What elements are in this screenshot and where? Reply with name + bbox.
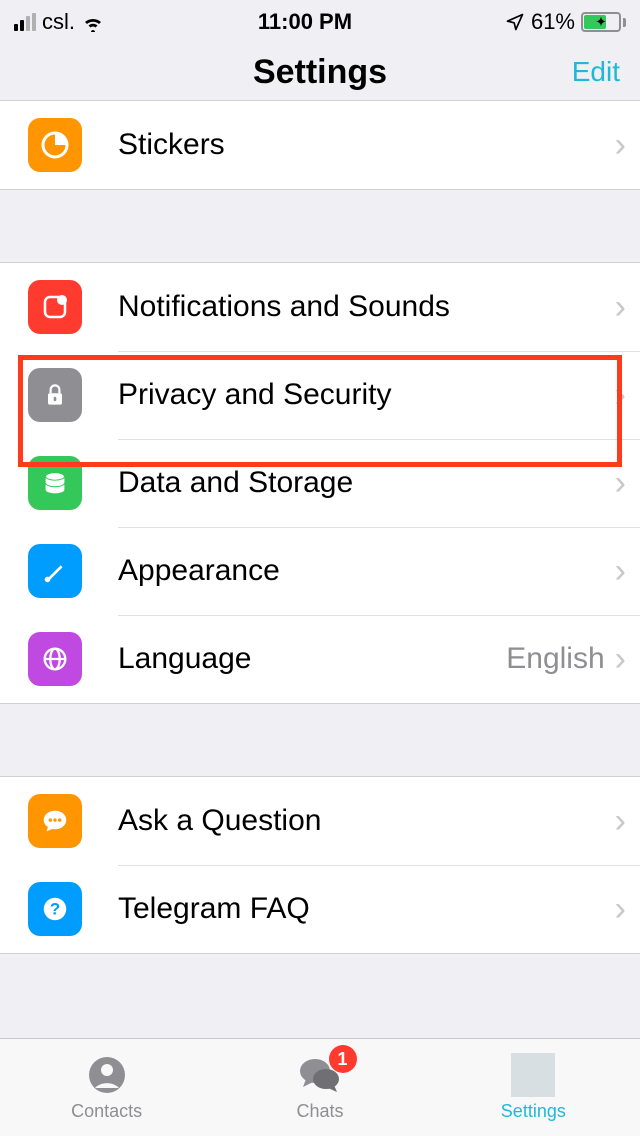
storage-icon bbox=[28, 456, 82, 510]
settings-group-1: Stickers › bbox=[0, 100, 640, 190]
chat-icon bbox=[28, 794, 82, 848]
row-label: Telegram FAQ bbox=[118, 892, 615, 926]
settings-icon bbox=[509, 1053, 557, 1097]
row-label: Language bbox=[118, 642, 506, 676]
row-stickers[interactable]: Stickers › bbox=[0, 101, 640, 189]
settings-group-3: Ask a Question › ? Telegram FAQ › bbox=[0, 776, 640, 954]
chevron-right-icon: › bbox=[615, 804, 626, 838]
header: Settings Edit bbox=[0, 44, 640, 100]
status-time: 11:00 PM bbox=[258, 9, 352, 35]
row-label: Stickers bbox=[118, 128, 615, 162]
globe-icon bbox=[28, 632, 82, 686]
status-right: 61% ✦ bbox=[505, 9, 626, 35]
row-label: Privacy and Security bbox=[118, 378, 615, 412]
chevron-right-icon: › bbox=[615, 642, 626, 676]
location-icon bbox=[505, 12, 525, 32]
tab-chats[interactable]: Chats 1 bbox=[213, 1039, 426, 1136]
tab-label: Settings bbox=[501, 1101, 566, 1122]
row-data-storage[interactable]: Data and Storage › bbox=[0, 439, 640, 527]
row-notifications[interactable]: Notifications and Sounds › bbox=[0, 263, 640, 351]
row-label: Notifications and Sounds bbox=[118, 290, 615, 324]
row-value: English bbox=[506, 642, 604, 676]
contacts-icon bbox=[83, 1053, 131, 1097]
chevron-right-icon: › bbox=[615, 378, 626, 412]
brush-icon bbox=[28, 544, 82, 598]
wifi-icon bbox=[81, 12, 105, 32]
page-title: Settings bbox=[253, 53, 387, 92]
row-language[interactable]: Language English › bbox=[0, 615, 640, 703]
settings-group-2: Notifications and Sounds › Privacy and S… bbox=[0, 262, 640, 704]
carrier-label: csl. bbox=[42, 9, 75, 35]
tab-bar: Contacts Chats 1 Settings bbox=[0, 1038, 640, 1136]
status-bar: csl. 11:00 PM 61% ✦ bbox=[0, 0, 640, 44]
tab-label: Chats bbox=[296, 1101, 343, 1122]
row-privacy[interactable]: Privacy and Security › bbox=[0, 351, 640, 439]
lock-icon bbox=[28, 368, 82, 422]
row-ask-question[interactable]: Ask a Question › bbox=[0, 777, 640, 865]
help-icon: ? bbox=[28, 882, 82, 936]
stickers-icon bbox=[28, 118, 82, 172]
battery-percent: 61% bbox=[531, 9, 575, 35]
chevron-right-icon: › bbox=[615, 290, 626, 324]
row-label: Data and Storage bbox=[118, 466, 615, 500]
signal-icon bbox=[14, 13, 36, 31]
row-label: Ask a Question bbox=[118, 804, 615, 838]
chats-badge: 1 bbox=[329, 1045, 357, 1073]
status-left: csl. bbox=[14, 9, 105, 35]
battery-icon: ✦ bbox=[581, 12, 626, 32]
chevron-right-icon: › bbox=[615, 892, 626, 926]
row-label: Appearance bbox=[118, 554, 615, 588]
tab-contacts[interactable]: Contacts bbox=[0, 1039, 213, 1136]
row-faq[interactable]: ? Telegram FAQ › bbox=[0, 865, 640, 953]
svg-text:?: ? bbox=[50, 900, 60, 919]
edit-button[interactable]: Edit bbox=[572, 56, 620, 88]
row-appearance[interactable]: Appearance › bbox=[0, 527, 640, 615]
chevron-right-icon: › bbox=[615, 466, 626, 500]
chevron-right-icon: › bbox=[615, 554, 626, 588]
chevron-right-icon: › bbox=[615, 128, 626, 162]
notifications-icon bbox=[28, 280, 82, 334]
tab-label: Contacts bbox=[71, 1101, 142, 1122]
tab-settings[interactable]: Settings bbox=[427, 1039, 640, 1136]
